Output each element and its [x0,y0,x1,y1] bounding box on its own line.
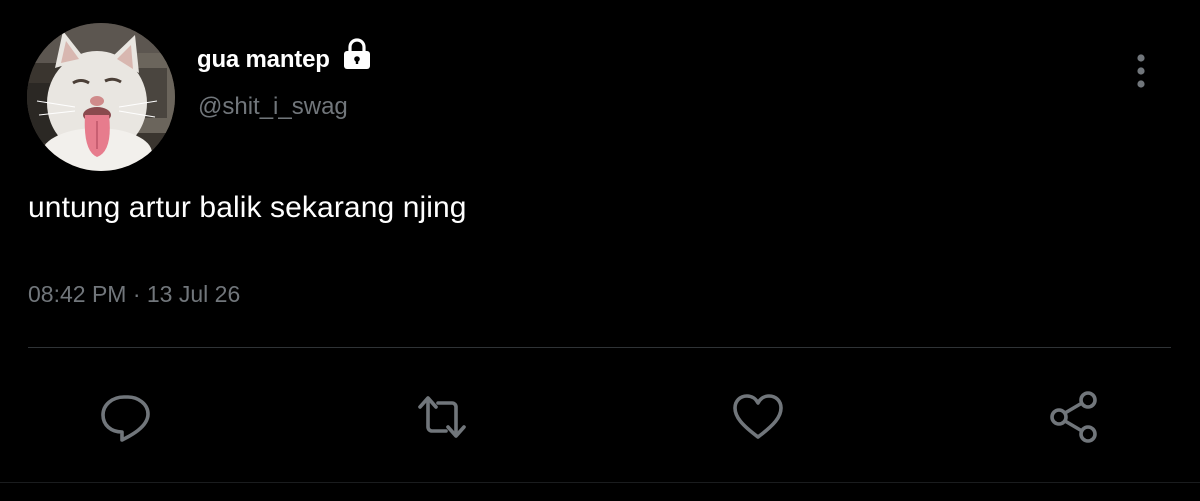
retweet-icon [418,396,466,438]
share-icon [1050,391,1097,443]
tweet-detail: gua mantep @shit_i_swag untung artur bal… [0,0,1200,501]
more-vertical-icon[interactable] [1126,50,1156,94]
heart-icon [733,394,783,439]
tweet-text: untung artur balik sekarang njing [28,191,467,224]
divider [28,347,1171,348]
avatar[interactable] [27,23,175,171]
like-button[interactable] [730,389,786,445]
reply-icon [101,395,150,442]
tweet-timestamp[interactable]: 08:42 PM · 13 Jul 26 [28,281,240,308]
share-button[interactable] [1046,389,1102,445]
bottom-divider [0,482,1200,483]
retweet-button[interactable] [414,389,470,445]
lock-icon [340,38,374,72]
avatar-image [27,23,175,171]
reply-button[interactable] [98,389,154,445]
display-name-row: gua mantep [197,38,374,80]
display-name[interactable]: gua mantep [197,46,330,74]
user-handle[interactable]: @shit_i_swag [198,93,348,121]
